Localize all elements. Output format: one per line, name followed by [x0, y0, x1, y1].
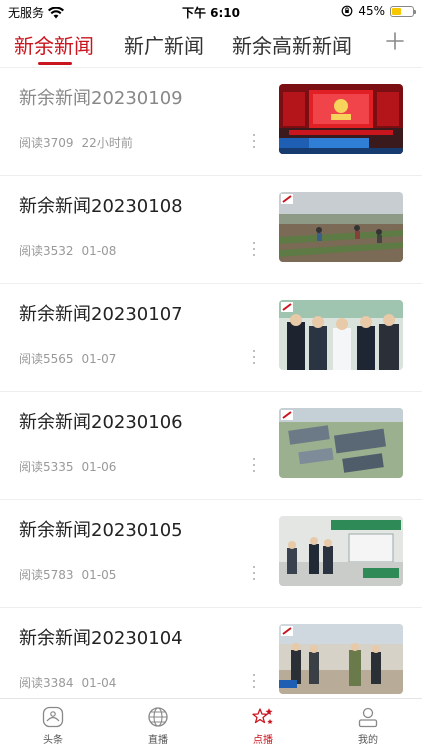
tab-xinyu-hitech-news[interactable]: 新余高新新闻	[232, 30, 352, 59]
news-meta: 阅读3384 01-04	[19, 674, 116, 691]
nav-live-label: 直播	[148, 735, 168, 746]
news-meta: 阅读5783 01-05	[19, 566, 116, 583]
read-count: 阅读5335	[19, 460, 74, 474]
more-options-icon[interactable]	[250, 566, 258, 580]
news-thumbnail-service-hall	[279, 516, 403, 586]
news-title: 新余新闻20230105	[19, 520, 183, 541]
news-item[interactable]: 新余新闻20230109 阅读3709 22小时前	[0, 68, 422, 176]
publish-date: 01-08	[81, 244, 117, 258]
news-meta: 阅读3709 22小时前	[19, 134, 133, 151]
news-title: 新余新闻20230108	[19, 196, 183, 217]
nav-mine[interactable]: 我的	[338, 705, 398, 746]
news-thumbnail-outdoor-inspection	[279, 624, 403, 694]
stars-icon	[252, 708, 273, 724]
nav-mine-label: 我的	[358, 735, 378, 746]
battery-fill	[392, 7, 401, 15]
nav-live[interactable]: 直播	[128, 705, 188, 746]
person-icon	[358, 707, 378, 728]
read-count: 阅读3532	[19, 244, 74, 258]
news-thumbnail-hospital-visit	[279, 300, 403, 370]
news-thumbnail-stage-event	[279, 84, 403, 154]
headline-icon	[42, 706, 64, 728]
read-count: 阅读5783	[19, 568, 74, 582]
globe-icon	[148, 707, 168, 727]
publish-date: 01-07	[81, 352, 117, 366]
nav-vod-label: 点播	[253, 735, 273, 746]
news-thumbnail-farm-field	[279, 192, 403, 262]
more-options-icon[interactable]	[250, 458, 258, 472]
news-title: 新余新闻20230104	[19, 628, 183, 649]
read-count: 阅读3709	[19, 136, 74, 150]
more-options-icon[interactable]	[250, 674, 258, 688]
news-meta: 阅读3532 01-08	[19, 242, 116, 259]
news-meta: 阅读5335 01-06	[19, 458, 116, 475]
battery-icon	[390, 5, 416, 17]
news-thumbnail-aerial-factory	[279, 408, 403, 478]
bottom-tab-bar: 头条 直播 点播 我的	[0, 698, 422, 750]
read-count: 阅读3384	[19, 676, 74, 690]
orientation-lock-icon	[341, 5, 353, 17]
more-options-icon[interactable]	[250, 134, 258, 148]
nav-headline-label: 头条	[43, 735, 63, 746]
tab-xinguang-news[interactable]: 新广新闻	[124, 30, 204, 59]
nav-headline[interactable]: 头条	[23, 705, 83, 746]
publish-date: 01-06	[81, 460, 117, 474]
news-title: 新余新闻20230109	[19, 88, 183, 109]
news-item[interactable]: 新余新闻20230105 阅读5783 01-05	[0, 500, 422, 608]
publish-date: 01-05	[81, 568, 117, 582]
news-item[interactable]: 新余新闻20230108 阅读3532 01-08	[0, 176, 422, 284]
news-title: 新余新闻20230106	[19, 412, 183, 433]
news-item[interactable]: 新余新闻20230106 阅读5335 01-06	[0, 392, 422, 500]
publish-date: 01-04	[81, 676, 117, 690]
news-item[interactable]: 新余新闻20230107 阅读5565 01-07	[0, 284, 422, 392]
news-list: 新余新闻20230109 阅读3709 22小时前 新余新闻20230108 阅读…	[0, 68, 422, 716]
more-options-icon[interactable]	[250, 350, 258, 364]
battery-percent: 45%	[358, 4, 385, 18]
tab-xinyu-news[interactable]: 新余新闻	[14, 30, 94, 59]
status-right: 45%	[341, 4, 416, 18]
nav-vod[interactable]: 点播	[233, 705, 293, 746]
publish-date: 22小时前	[81, 136, 133, 150]
read-count: 阅读5565	[19, 352, 74, 366]
news-meta: 阅读5565 01-07	[19, 350, 116, 367]
add-channel-icon[interactable]	[384, 30, 406, 52]
news-title: 新余新闻20230107	[19, 304, 183, 325]
status-bar: 无服务 下午 6:10 45%	[0, 0, 422, 22]
more-options-icon[interactable]	[250, 242, 258, 256]
channel-tabs: 新余新闻 新广新闻 新余高新新闻	[0, 26, 422, 68]
active-tab-indicator	[38, 62, 72, 65]
